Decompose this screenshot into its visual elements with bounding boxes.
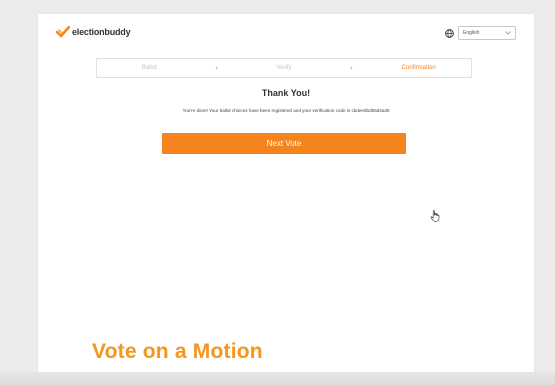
video-frame: electionbuddy English Ballot › Verify › … bbox=[0, 0, 555, 385]
header: electionbuddy English bbox=[38, 14, 534, 48]
progress-steps: Ballot › Verify › Confirmation bbox=[96, 58, 472, 78]
language-selected: English bbox=[463, 30, 480, 36]
step-separator: › bbox=[215, 64, 218, 72]
bottom-bar bbox=[0, 372, 555, 385]
hand-cursor-icon bbox=[430, 210, 440, 222]
election-page: electionbuddy English Ballot › Verify › … bbox=[38, 14, 534, 374]
page-title: Thank You! bbox=[261, 88, 311, 98]
step-confirmation: Confirmation bbox=[401, 65, 436, 71]
step-separator: › bbox=[350, 64, 353, 72]
checkmark-logo-icon bbox=[56, 26, 70, 38]
step-ballot: Ballot bbox=[141, 65, 157, 71]
step-verify: Verify bbox=[276, 65, 292, 71]
globe-icon bbox=[445, 28, 454, 38]
chevron-down-icon bbox=[505, 31, 511, 35]
language-select[interactable]: English bbox=[458, 26, 516, 40]
language-switcher: English bbox=[445, 26, 516, 40]
brand-name: electionbuddy bbox=[72, 27, 131, 37]
brand-logo[interactable]: electionbuddy bbox=[56, 26, 131, 38]
next-vote-button[interactable]: Next Vote bbox=[162, 133, 406, 154]
confirmation-message: You're done! Your ballot choices have be… bbox=[182, 108, 390, 113]
video-caption: Vote on a Motion bbox=[92, 340, 263, 363]
